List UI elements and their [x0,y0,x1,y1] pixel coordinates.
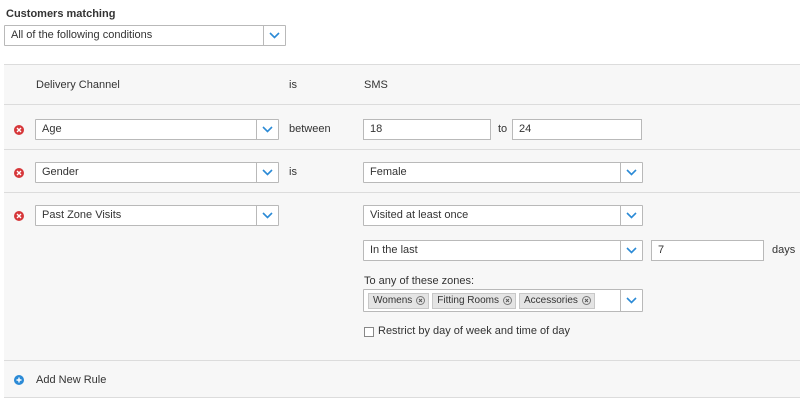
period-count-input[interactable]: 7 [651,240,764,261]
add-rule-icon[interactable] [14,375,24,385]
chevron-down-icon[interactable] [620,206,642,225]
zone-chip: Womens [368,292,430,309]
range-to-label: to [498,123,508,135]
zone-chip-label: Accessories [523,295,578,306]
chevron-down-icon[interactable] [263,26,285,45]
remove-rule-icon[interactable] [14,125,24,135]
rule-divider [4,104,800,105]
chevron-down-icon[interactable] [256,120,278,139]
chevron-down-icon[interactable] [620,163,642,182]
close-icon[interactable] [502,296,512,305]
close-icon[interactable] [416,296,426,305]
zone-chip: Fitting Rooms [432,292,516,309]
page-title: Customers matching [6,8,116,20]
restrict-label: Restrict by day of week and time of day [378,325,570,337]
age-max-input[interactable]: 24 [512,119,642,140]
visit-frequency-select[interactable]: Visited at least once [363,205,643,226]
chevron-down-icon[interactable] [256,163,278,182]
visit-frequency-value: Visited at least once [370,209,469,221]
zones-chip-list: Womens Fitting Rooms Accessories [364,290,620,311]
rule-divider [4,149,800,150]
match-mode-select[interactable]: All of the following conditions [4,25,286,46]
chevron-down-icon[interactable] [256,206,278,225]
rule-operator-label: is [289,79,297,91]
visit-period-select[interactable]: In the last [363,240,643,261]
gender-field-select[interactable]: Gender [35,162,279,183]
rule-divider [4,360,800,361]
remove-rule-icon[interactable] [14,168,24,178]
zones-label: To any of these zones: [364,275,475,287]
remove-rule-icon[interactable] [14,211,24,221]
close-icon[interactable] [581,296,591,305]
gender-value-select[interactable]: Female [363,162,643,183]
age-min-input[interactable]: 18 [363,119,491,140]
gender-value: Female [370,166,407,178]
visit-period-value: In the last [370,244,418,256]
restrict-checkbox[interactable] [364,327,374,337]
zones-multiselect[interactable]: Womens Fitting Rooms Accessories [363,289,643,312]
age-field-value: Age [42,123,62,135]
age-field-select[interactable]: Age [35,119,279,140]
period-unit-label: days [772,244,796,256]
gender-field-value: Gender [42,166,79,178]
rules-panel [4,64,800,397]
rule-value-label: SMS [364,79,388,91]
zone-chip: Accessories [518,292,595,309]
rule-field-label: Delivery Channel [36,79,120,91]
chevron-down-icon[interactable] [620,290,642,311]
zone-chip-label: Womens [373,295,413,306]
rule-divider [4,192,800,193]
add-rule-button[interactable]: Add New Rule [36,374,106,386]
zone-chip-label: Fitting Rooms [437,295,499,306]
zone-visits-field-value: Past Zone Visits [42,209,122,221]
chevron-down-icon[interactable] [620,241,642,260]
match-mode-value: All of the following conditions [11,29,153,41]
rule-operator-label: between [289,123,331,135]
panel-bottom-border [4,397,800,398]
zone-visits-field-select[interactable]: Past Zone Visits [35,205,279,226]
rule-operator-label: is [289,166,297,178]
